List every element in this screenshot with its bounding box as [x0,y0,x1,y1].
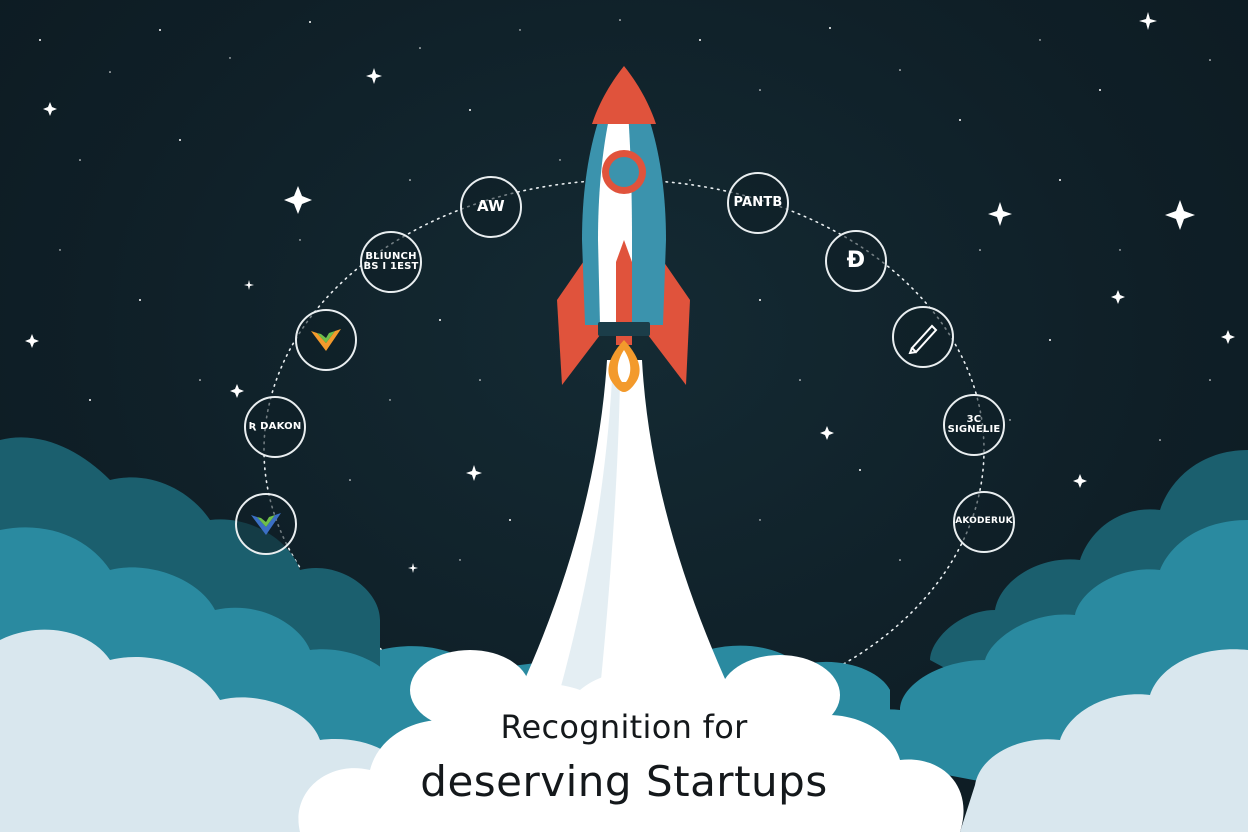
logo-badge-3c: 3C SIGNELIE [943,394,1005,456]
logo-badge-db: Ɖ [825,230,887,292]
exhaust-trail [520,360,730,690]
scene: AW BLIUNCH BS I 1EST Ʀ DAKON PANTB Ɖ 3C … [0,0,1248,832]
logo-badge-akoderuk-label: AKODERUK [955,516,1013,527]
rocket-nose [592,66,656,124]
pen-mark-icon [908,324,938,354]
chevron-mark-icon [251,513,281,535]
logo-badge-chevron-green [235,493,297,555]
logo-badge-dakon-label: Ʀ DAKON [248,420,302,432]
logo-badge-blanch: BLIUNCH BS I 1EST [360,231,422,293]
logo-badge-blanch-label: BLIUNCH BS I 1EST [363,250,419,272]
rocket-window [609,157,639,187]
logo-badge-3c-label: 3C SIGNELIE [947,413,1001,435]
logo-badge-aw: AW [460,176,522,238]
logo-badge-aw-label: AW [477,197,505,216]
rocket [557,66,690,392]
logo-badge-chevron-orange [295,309,357,371]
rocket-base [598,322,650,336]
logo-badge-pen [892,306,954,368]
logo-badge-dakon: Ʀ DAKON [244,396,306,458]
logo-badge-pantb: PANTB [727,172,789,234]
logo-badge-pantb-label: PANTB [733,195,783,211]
chevron-mark-icon [311,329,341,351]
logo-badge-db-label: Ɖ [846,248,866,274]
headline-line-1: Recognition for [500,708,748,746]
headline-line-2: deserving Startups [420,757,828,806]
logo-badge-akoderuk: AKODERUK [953,491,1015,553]
